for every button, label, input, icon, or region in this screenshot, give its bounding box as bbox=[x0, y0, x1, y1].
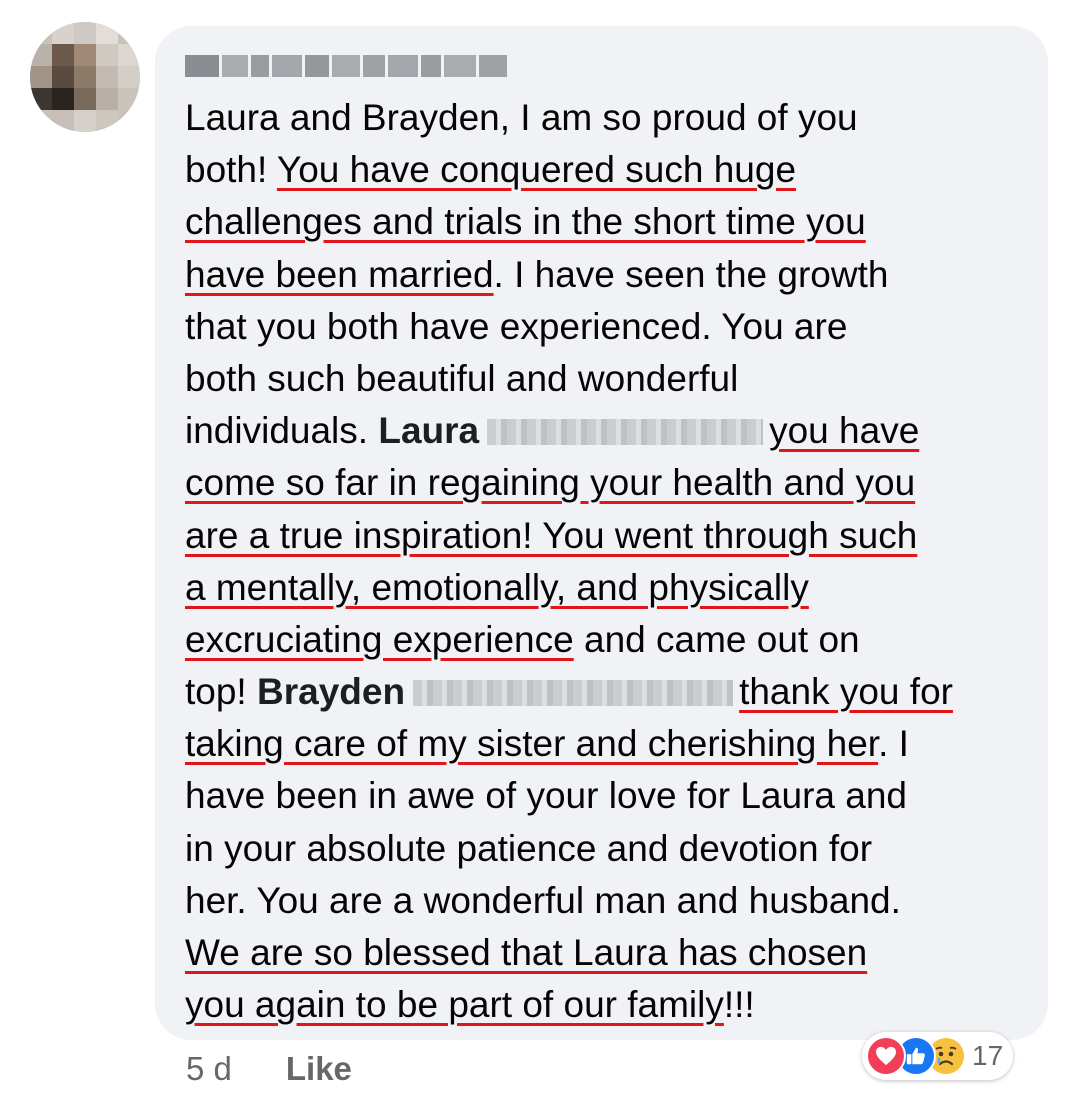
love-icon bbox=[866, 1036, 906, 1076]
author-name-blurred[interactable] bbox=[185, 55, 507, 79]
comment-line: her. You are a wonderful man and husband… bbox=[185, 875, 1025, 927]
comment-line: are a true inspiration! You went through… bbox=[185, 510, 1025, 562]
comment-line: you again to be part of our family!!! bbox=[185, 979, 1025, 1031]
comment-text-segment: have been in awe of your love for Laura … bbox=[185, 775, 907, 817]
comment-meta: 5 d Like bbox=[186, 1050, 352, 1088]
comment-line: both! You have conquered such huge bbox=[185, 144, 1025, 196]
comment-text-segment: !!! bbox=[723, 984, 755, 1026]
redacted-surname bbox=[487, 419, 764, 446]
underlined-text: you have bbox=[769, 410, 920, 452]
commenter-avatar[interactable] bbox=[30, 22, 140, 132]
comment-line: taking care of my sister and cherishing … bbox=[185, 718, 1025, 770]
comment-text-segment: top! bbox=[185, 671, 257, 713]
comment-line: in your absolute patience and devotion f… bbox=[185, 823, 1025, 875]
underlined-text: come so far in regaining your health and… bbox=[185, 462, 916, 504]
comment-line: Laura and Brayden, I am so proud of you bbox=[185, 92, 1025, 144]
comment-text-segment: her. You are a wonderful man and husband… bbox=[185, 879, 901, 921]
underlined-text: are a true inspiration! You went through… bbox=[185, 514, 918, 556]
comment-line: We are so blessed that Laura has chosen bbox=[185, 927, 1025, 979]
underlined-text: you again to be part of our family bbox=[185, 984, 724, 1026]
comment-text: Laura and Brayden, I am so proud of you b… bbox=[185, 92, 1025, 1031]
underlined-text: taking care of my sister and cherishing … bbox=[185, 723, 879, 765]
comment-text-segment: . I bbox=[878, 723, 909, 765]
comment-text-segment: that you both have experienced. You are bbox=[185, 305, 848, 347]
comment-text-segment: Laura and Brayden, I am so proud of you bbox=[185, 97, 858, 138]
comment-line: individuals. Laura you have bbox=[185, 405, 1025, 457]
comment-text-segment: both such beautiful and wonderful bbox=[185, 357, 739, 399]
underlined-text: excruciating experience bbox=[185, 618, 574, 660]
comment-text-segment: and came out on bbox=[573, 618, 860, 660]
reaction-count: 17 bbox=[972, 1040, 1004, 1071]
underlined-text: challenges and trials in the short time … bbox=[185, 201, 866, 243]
comment-line: excruciating experience and came out on bbox=[185, 614, 1025, 666]
underlined-text: a mentally, emotionally, and physically bbox=[185, 566, 809, 608]
comment-text-segment: both! bbox=[185, 149, 277, 191]
comment-line: have been married. I have seen the growt… bbox=[185, 249, 1025, 301]
underlined-text: You have conquered such huge bbox=[276, 149, 797, 191]
like-button[interactable]: Like bbox=[286, 1050, 352, 1088]
reactions-summary[interactable]: 17 bbox=[862, 1032, 1014, 1080]
underlined-text: We are so blessed that Laura has chosen bbox=[185, 932, 868, 973]
mentioned-user-link[interactable]: Brayden bbox=[257, 671, 405, 712]
underlined-text: thank you for bbox=[739, 671, 953, 713]
comment-line: challenges and trials in the short time … bbox=[185, 196, 1025, 248]
comment-line: top! Brayden thank you for bbox=[185, 666, 1025, 718]
comment-line: have been in awe of your love for Laura … bbox=[185, 770, 1025, 822]
comment-line: a mentally, emotionally, and physically bbox=[185, 562, 1025, 614]
underlined-text: have been married bbox=[185, 253, 494, 295]
comment-timestamp[interactable]: 5 d bbox=[186, 1050, 232, 1088]
comment-text-segment: in your absolute patience and devotion f… bbox=[185, 827, 873, 869]
mentioned-user-link[interactable]: Laura bbox=[378, 410, 479, 451]
comment-line: come so far in regaining your health and… bbox=[185, 457, 1025, 509]
comment-line: both such beautiful and wonderful bbox=[185, 353, 1025, 405]
comment-line: that you both have experienced. You are bbox=[185, 301, 1025, 353]
redacted-surname bbox=[413, 680, 734, 707]
comment-text-segment: . I have seen the growth bbox=[493, 253, 889, 295]
comment-text-segment: individuals. bbox=[185, 410, 379, 452]
